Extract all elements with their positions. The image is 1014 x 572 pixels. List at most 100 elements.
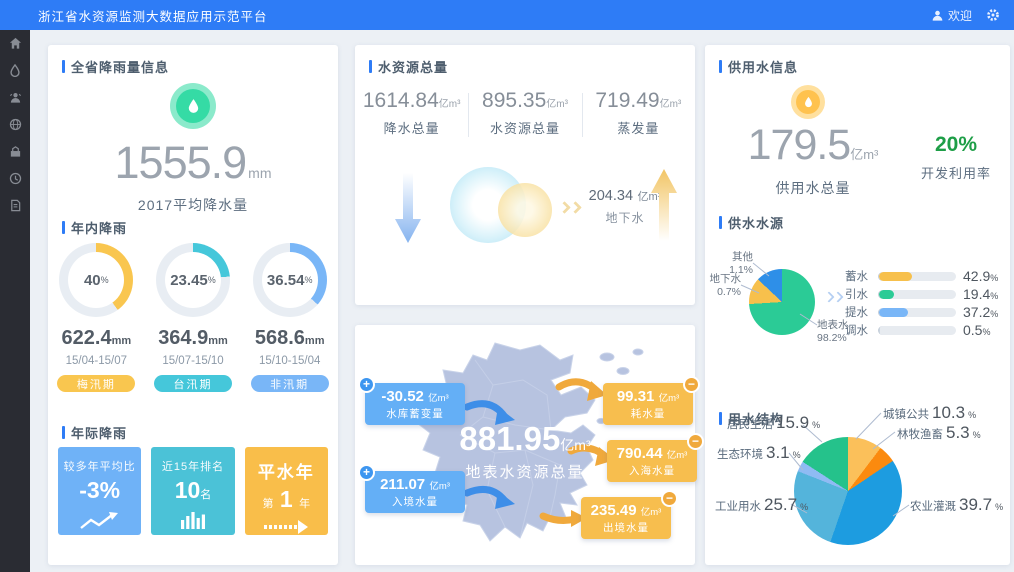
- interannual-box-unit: 名: [200, 489, 211, 501]
- interannual-box-label: 近15年排名: [151, 458, 234, 474]
- season-range: 15/10-15/04: [241, 355, 338, 367]
- label-ecology: 生态环境3.1%: [717, 443, 801, 463]
- donut-typhoon: 23.45%: [156, 243, 230, 317]
- globe-icon: [9, 118, 22, 131]
- badge-inflow: + 211.07 亿m³ 入境水量: [365, 471, 465, 513]
- interannual-box-label: 平水年: [245, 458, 328, 483]
- badge-reservoir-change: + -30.52 亿m³ 水库蓄变量: [365, 383, 465, 425]
- section-accent-bar: [62, 60, 65, 73]
- donut-percent: 36.54: [267, 272, 305, 289]
- pie-label-surface: 地表水98.2%: [817, 319, 849, 345]
- badge-unit: 亿m³: [429, 481, 450, 492]
- season-tag-row: 梅汛期 台汛期 非汛期: [48, 375, 338, 392]
- donut-nonflood: 36.54%: [253, 243, 327, 317]
- season-unit: mm: [208, 335, 228, 347]
- structure-pie-chart: [794, 437, 902, 545]
- section-accent-bar: [369, 60, 372, 73]
- annual-rain-header: 年内降雨: [62, 218, 127, 237]
- section-accent-bar: [62, 221, 65, 234]
- badge-unit: 亿m³: [428, 393, 449, 404]
- stat-resource-total: 895.35亿m³水资源总量: [468, 89, 581, 137]
- top-bar: 浙江省水资源监测大数据应用示范平台 欢迎: [0, 0, 1014, 30]
- bar-row-transfer: 调水0.5%: [845, 321, 1003, 339]
- stat-value: 1614.84: [363, 89, 439, 112]
- interannual-header: 年际降雨: [62, 423, 127, 442]
- utilization-label: 开发利用率: [908, 163, 1004, 182]
- sidebar-item-water[interactable]: [0, 57, 30, 84]
- welcome-label: 欢迎: [948, 7, 972, 24]
- badge-label: 耗水量: [603, 406, 693, 421]
- season-donut-row: 40% 23.45% 36.54%: [48, 243, 338, 317]
- avg-precip-number: 1555.9: [115, 137, 247, 188]
- resources-section-header: 水资源总量: [369, 57, 448, 76]
- supply-total-label: 供用水总量: [715, 178, 911, 198]
- groundwater-value: 204.34: [589, 188, 633, 204]
- interannual-box-prefix: 第: [263, 498, 274, 510]
- home-icon: [9, 37, 22, 50]
- rainfall-card: 全省降雨量信息 1555.9mm 2017平均降水量 年内降雨 40% 23.4…: [48, 45, 338, 565]
- badge-value: 99.31: [617, 388, 655, 405]
- badge-to-sea: − 790.44 亿m³ 入海水量: [607, 440, 697, 482]
- donut-percent: 23.45: [170, 272, 208, 289]
- avg-precip-unit: mm: [248, 165, 271, 181]
- donut-meiyu: 40%: [59, 243, 133, 317]
- sources-header: 供水水源: [719, 213, 784, 232]
- sidebar-item-station[interactable]: [0, 84, 30, 111]
- badge-unit: 亿m³: [667, 450, 688, 461]
- sidebar-item-report[interactable]: [0, 192, 30, 219]
- stat-label: 蒸发量: [582, 118, 695, 137]
- minus-icon: −: [661, 490, 678, 507]
- donut-percent: 40: [84, 272, 101, 289]
- section-accent-bar: [719, 60, 722, 73]
- season-value: 568.6: [255, 327, 305, 349]
- welcome-menu[interactable]: 欢迎: [931, 7, 972, 24]
- interannual-box-rank: 近15年排名 10名: [151, 447, 234, 535]
- rainfall-header-label: 全省降雨量信息: [71, 57, 169, 76]
- label-forestry: 林牧渔畜5.3%: [897, 423, 981, 443]
- interannual-box-label: 较多年平均比: [58, 458, 141, 474]
- water-resources-card: 水资源总量 1614.84亿m³降水总量 895.35亿m³水资源总量 719.…: [355, 45, 695, 305]
- season-range: 15/04-15/07: [48, 355, 145, 367]
- utilization-value: 20%: [908, 133, 1004, 157]
- donut-percent-unit: %: [304, 275, 312, 285]
- sidebar-item-history[interactable]: [0, 165, 30, 192]
- water-drop-icon: [9, 64, 21, 77]
- annual-rain-label: 年内降雨: [71, 218, 127, 237]
- stat-value: 895.35: [482, 89, 546, 112]
- mini-bars-icon: [180, 511, 206, 529]
- interannual-box-value: 10: [175, 477, 201, 503]
- supply-drop-badge: [791, 85, 825, 119]
- report-icon: [9, 199, 22, 212]
- utilization-stat: 20% 开发利用率: [908, 133, 1004, 182]
- avg-precip-label: 2017平均降水量: [48, 195, 338, 215]
- evap-up-arrow-icon: [651, 169, 677, 241]
- interannual-boxes: 较多年平均比 -3% 近15年排名 10名 平水年 第 1 年: [58, 447, 328, 535]
- supply-total-value: 179.5亿m³: [715, 121, 911, 170]
- stat-unit: 亿m³: [546, 99, 568, 110]
- supply-total-unit: 亿m³: [850, 147, 878, 162]
- sidebar-item-home[interactable]: [0, 30, 30, 57]
- sidebar-item-region[interactable]: [0, 111, 30, 138]
- stat-evaporation: 719.49亿m³蒸发量: [582, 89, 695, 137]
- season-value-row: 622.4mm15/04-15/07 364.9mm15/07-15/10 56…: [48, 327, 338, 367]
- supply-total-number: 179.5: [748, 121, 851, 169]
- label-agriculture: 农业灌溉39.7%: [910, 495, 1003, 515]
- pie-label-groundwater: 地下水0.7%: [707, 273, 741, 299]
- label-industrial: 工业用水25.7%: [715, 495, 808, 515]
- minus-icon: −: [683, 376, 700, 393]
- interannual-box-average: 较多年平均比 -3%: [58, 447, 141, 535]
- dashed-arrow-icon: [264, 520, 308, 534]
- dashboard: 浙江省水资源监测大数据应用示范平台 欢迎 全省降雨量信息: [0, 0, 1014, 572]
- groundwater-bubble: [498, 183, 552, 237]
- surface-water-map-card: 881.95亿m³ 地表水资源总量 + -30.52 亿m³ 水库蓄变量 + 2…: [355, 325, 695, 565]
- badge-label: 入境水量: [365, 494, 465, 509]
- season-tag-meiyu: 梅汛期: [57, 375, 135, 392]
- trend-line-icon: [79, 511, 121, 531]
- badge-label: 水库蓄变量: [365, 406, 465, 421]
- interannual-label: 年际降雨: [71, 423, 127, 442]
- settings-button[interactable]: [986, 8, 1000, 22]
- stat-precip-total: 1614.84亿m³降水总量: [355, 89, 468, 137]
- sidebar-item-reservoir[interactable]: [0, 138, 30, 165]
- interannual-box-unit: 年: [299, 498, 310, 510]
- water-drop-icon: [803, 96, 814, 108]
